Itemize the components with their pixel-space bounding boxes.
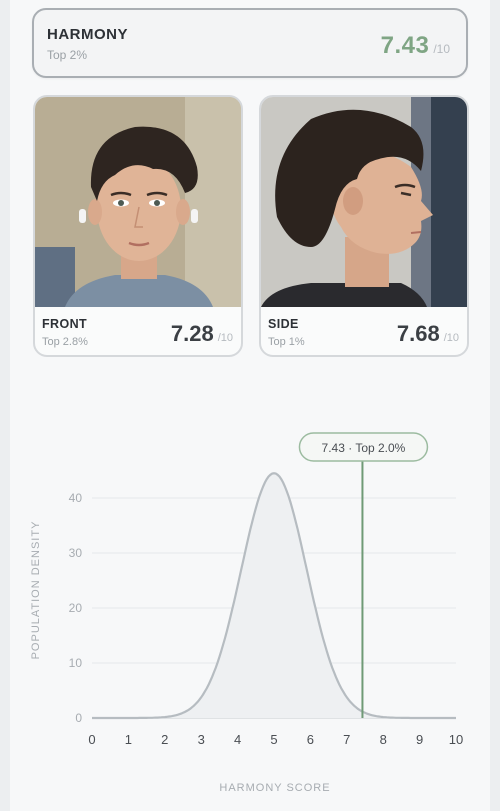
x-tick-label: 1 [125,732,132,747]
y-axis-title: POPULATION DENSITY [30,521,42,660]
x-tick-label: 0 [88,732,95,747]
harmony-score-value: 7.43 [380,32,430,59]
front-score-max: /10 [217,332,233,344]
side-score: 7.68 /10 [397,321,459,347]
front-rank: Top 2.8% [42,336,88,348]
side-photo-card[interactable]: SIDE Top 1% 7.68 /10 [259,95,469,357]
side-score-value: 7.68 [396,321,440,346]
x-tick-label: 10 [449,732,463,747]
x-tick-label: 8 [380,732,387,747]
front-photo-card[interactable]: FRONT Top 2.8% 7.28 /10 [33,95,243,357]
front-label: FRONT [42,317,88,331]
harmony-distribution-chart: 0 10 20 30 40 0 1 2 3 4 5 6 7 8 9 10 7.43 · Top 2.0% HARM… [10,420,490,811]
side-score-max: /10 [443,332,459,344]
x-tick-label: 5 [270,732,277,747]
harmony-score-max: /10 [433,42,450,56]
y-tick-label: 30 [69,546,83,560]
chart-svg: 0 10 20 30 40 0 1 2 3 4 5 6 7 8 9 10 7.43 · Top 2.0% HARM… [30,432,463,794]
x-tick-label: 7 [343,732,350,747]
score-marker-label: 7.43 · Top 2.0% [322,441,406,455]
front-score-value: 7.28 [170,321,214,346]
side-label: SIDE [268,317,299,331]
harmony-score-card[interactable]: HARMONY Top 2% 7.43 /10 [32,8,468,78]
results-page: HARMONY Top 2% 7.43 /10 FRONT Top 2.8% 7… [10,0,490,811]
y-tick-label: 0 [75,711,82,725]
side-rank: Top 1% [268,336,305,348]
x-tick-label: 9 [416,732,423,747]
harmony-title: HARMONY [47,26,128,43]
x-axis-title: HARMONY SCORE [219,782,330,794]
side-face-photo [261,97,467,307]
y-tick-label: 40 [69,491,83,505]
distribution-area [92,473,456,718]
x-tick-label: 3 [198,732,205,747]
harmony-score: 7.43 /10 [381,32,450,60]
x-tick-label: 2 [161,732,168,747]
harmony-rank: Top 2% [47,48,88,62]
x-tick-label: 6 [307,732,314,747]
y-tick-label: 10 [69,656,83,670]
y-tick-label: 20 [69,601,83,615]
front-score: 7.28 /10 [171,321,233,347]
front-face-photo [35,97,241,307]
x-tick-label: 4 [234,732,241,747]
